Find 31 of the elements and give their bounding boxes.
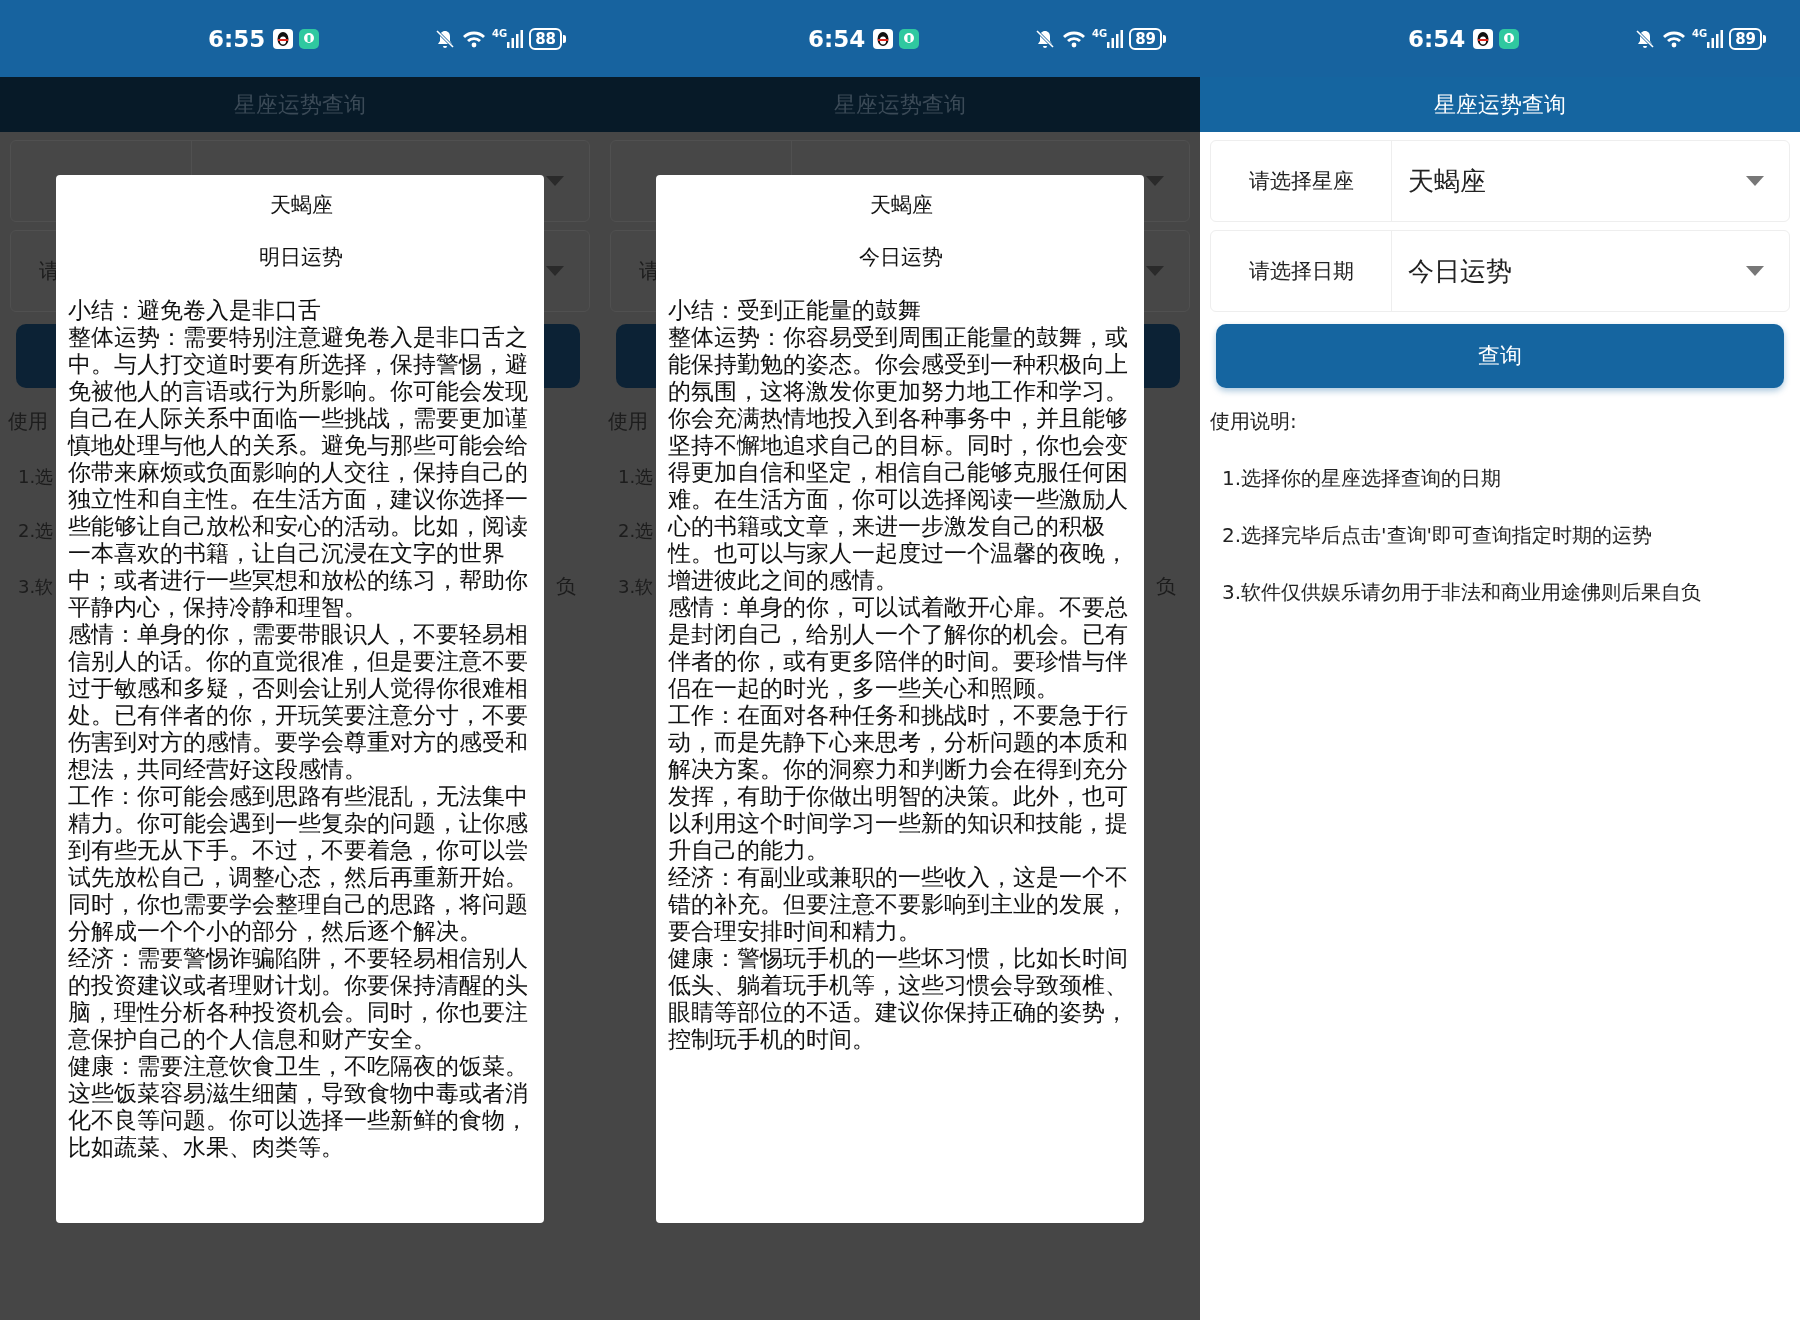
dialog-title: 天蝎座 bbox=[868, 192, 934, 219]
fortune-paragraph: 感情：单身的你，可以试着敞开心扉。不要总是封闭自己，给别人一个了解你的机会。已有伴者的你，或有更多陪伴的时间。要珍惜与伴侣在一起的时光，多一些关心和照顾。 bbox=[668, 594, 1129, 702]
usage-item: 2.选择完毕后点击'查询'即可查询指定时期的运势 bbox=[1222, 522, 1654, 549]
usage-item: 3.软件仅供娱乐请勿用于非法和商业用途佛则后果自负 bbox=[1222, 579, 1703, 606]
fortune-paragraph: 经济：需要警惕诈骗陷阱，不要轻易相信别人的投资建议或者理财计划。你要保持清醒的头脑，理性分析各种投资机会。同时，你也要注意保护自己的个人信息和财产安全。 bbox=[68, 945, 529, 1053]
dialog-title: 天蝎座 bbox=[268, 192, 334, 219]
network-type: 4G bbox=[1091, 28, 1108, 39]
fortune-paragraph: 工作：你可能会感到思路有些混乱，无法集中精力。你可能会遇到一些复杂的问题，让你感到有些无从下手。不过，不要着急，你可以尝试先放松自己，调整心态，然后再重新开始。同时，你也需要学会整理自己的思路，将问题分解成一个个小的部分，然后逐个解决。 bbox=[68, 783, 529, 945]
clock-time: 6:54 bbox=[808, 25, 866, 52]
dialog-subtitle: 今日运势 bbox=[858, 244, 944, 271]
fortune-paragraph: 健康：警惕玩手机的一些坏习惯，比如长时间低头、躺着玩手机等，这些习惯会导致颈椎、眼睛等部位的不适。建议你保持正确的姿势，控制玩手机的时间。 bbox=[668, 945, 1129, 1053]
app-title: 星座运势查询 bbox=[1434, 90, 1566, 119]
fortune-paragraph: 整体运势：你容易受到周围正能量的鼓舞，或能保持勤勉的姿态。你会感受到一种积极向上的氛围，这将激发你更加努力地工作和学习。你会充满热情地投入到各种事务中，并且能够坚持不懈地追求自己的目标。同时，你也会变得更加自信和坚定，相信自己能够克服任何困难。在生活方面，你可以选择阅读一些激励人心的书籍或文章，来进一步激发自己的积极性。也可以与家人一起度过一个温馨的夜晚，增进彼此之间的感情。 bbox=[668, 324, 1129, 594]
fortune-paragraph: 小结：避免卷入是非口舌 bbox=[68, 297, 322, 324]
fortune-paragraph: 感情：单身的你，需要带眼识人，不要轻易相信别人的话。你的直觉很准，但是要注意不要过于敏感和多疑，否则会让别人觉得你很难相处。已有伴者的你，开玩笑要注意分寸，不要伤害到对方的感情。要学会尊重对方的感受和想法，共同经营好这段感情。 bbox=[68, 621, 529, 783]
clock-time: 6:55 bbox=[208, 25, 266, 52]
fortune-paragraph: 健康：需要注意饮食卫生，不吃隔夜的饭菜。这些饭菜容易滋生细菌，导致食物中毒或者消化不良等问题。你可以选择一些新鲜的食物，比如蔬菜、水果、肉类等。 bbox=[68, 1053, 529, 1161]
usage-item: 1.选择你的星座选择查询的日期 bbox=[1222, 465, 1503, 492]
fortune-paragraph: 整体运势：需要特别注意避免卷入是非口舌之中。与人打交道时要有所选择，保持警惕，避免被他人的言语或行为所影响。你可能会发现自己在人际关系中面临一些挑战，需要更加谨慎地处理与他人的关系。避免与那些可能会给你带来麻烦或负面影响的人交往，保持自己的独立性和自主性。在生活方面，建议你选择一些能够让自己放松和安心的活动。比如，阅读一本喜欢的书籍，让自己沉浸在文字的世界中；或者进行一些冥想和放松的练习，帮助你平静内心，保持冷静和理智。 bbox=[68, 324, 529, 621]
dropdown-value: 天蝎座 bbox=[1407, 164, 1487, 198]
dialog-subtitle: 明日运势 bbox=[258, 244, 344, 271]
field-label: 请选择日期 bbox=[1211, 231, 1392, 311]
clock-time: 6:54 bbox=[1408, 25, 1466, 52]
fortune-paragraph: 工作：在面对各种任务和挑战时，不要急于行动，而是先静下心来思考，分析问题的本质和解决方案。你的洞察力和判断力会在得到充分发挥，有助于你做出明智的决策。此外，也可以利用这个时间学习一些新的知识和技能，提升自己的能力。 bbox=[668, 702, 1129, 864]
field-label: 请选择星座 bbox=[1211, 141, 1392, 221]
dropdown-value: 今日运势 bbox=[1407, 254, 1513, 288]
usage-title: 使用说明: bbox=[1210, 408, 1297, 435]
network-type: 4G bbox=[1691, 28, 1708, 39]
network-type: 4G bbox=[491, 28, 508, 39]
fortune-paragraph: 小结：受到正能量的鼓舞 bbox=[668, 297, 922, 324]
fortune-paragraph: 经济：有副业或兼职的一些收入，这是一个不错的补充。但要注意不要影响到主业的发展，要合理安排时间和精力。 bbox=[668, 864, 1129, 945]
